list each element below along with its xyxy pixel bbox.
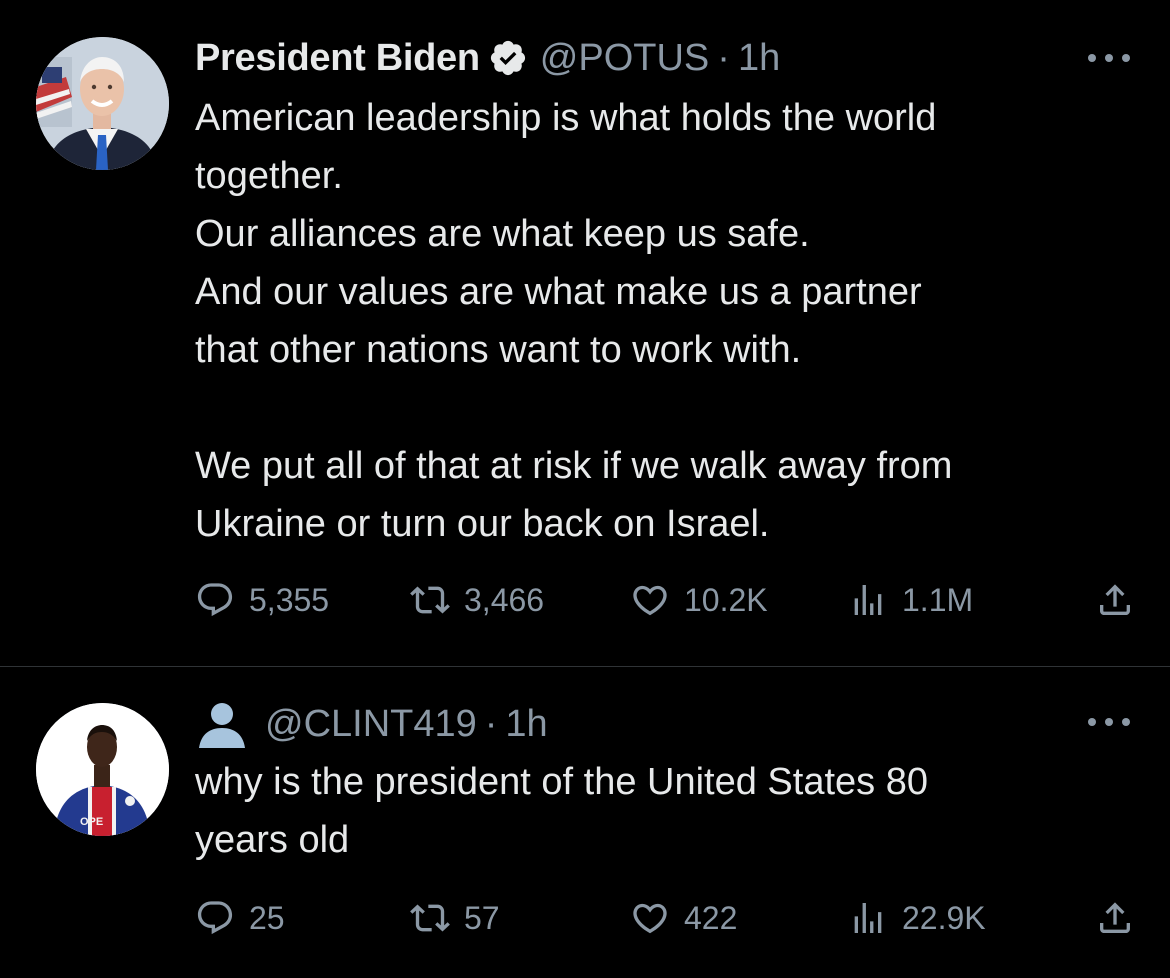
avatar-president-image: [36, 37, 169, 170]
like-button[interactable]: 422: [630, 896, 737, 940]
reply-icon: [197, 901, 233, 935]
more-icon[interactable]: [1088, 712, 1130, 732]
user-handle[interactable]: @CLINT419: [265, 703, 477, 746]
retweet-icon: [410, 904, 450, 932]
retweet-count: 57: [464, 899, 500, 936]
tweet-text: American leadership is what holds the wo…: [195, 97, 953, 545]
action-bar: 25 57 422 22.9K: [195, 896, 1135, 940]
heart-icon: [633, 903, 667, 934]
display-name[interactable]: President Biden: [195, 37, 480, 80]
reply-count: 5,355: [249, 581, 330, 618]
views-button[interactable]: 1.1M: [848, 578, 973, 622]
default-user-icon: [195, 700, 249, 748]
avatar[interactable]: [36, 37, 169, 170]
avatar[interactable]: OPE: [36, 703, 169, 836]
timestamp[interactable]: 1h: [505, 703, 547, 746]
separator-dot: ·: [717, 36, 730, 79]
tweet-divider: [0, 666, 1170, 667]
retweet-count: 3,466: [464, 581, 545, 618]
avatar-footballer-image: OPE: [36, 703, 169, 836]
share-button[interactable]: [1095, 896, 1135, 940]
tweet-header: @CLINT419 · 1h: [195, 700, 1130, 748]
user-handle[interactable]: @POTUS: [540, 37, 709, 80]
heart-icon: [633, 585, 667, 616]
tweet-text: why is the president of the United State…: [195, 761, 928, 861]
retweet-icon: [410, 586, 450, 614]
verified-badge-icon: [488, 38, 528, 78]
action-bar: 5,355 3,466 10.2K 1.1M: [195, 578, 1135, 622]
views-count: 22.9K: [902, 899, 986, 936]
share-icon: [1100, 584, 1130, 615]
like-button[interactable]: 10.2K: [630, 578, 768, 622]
tweet-potus[interactable]: President Biden @POTUS · 1h American lea…: [0, 0, 1170, 667]
separator-dot: ·: [484, 702, 498, 745]
more-icon[interactable]: [1088, 48, 1130, 68]
reply-icon: [197, 583, 233, 617]
retweet-button[interactable]: 3,466: [410, 578, 544, 622]
svg-text:OPE: OPE: [80, 816, 103, 828]
views-count: 1.1M: [902, 581, 974, 618]
tweet-reply-clint419[interactable]: OPE @CLINT419 · 1h why is the president …: [0, 668, 1170, 978]
reply-button[interactable]: 5,355: [195, 578, 329, 622]
tweet-header: President Biden @POTUS · 1h: [195, 34, 1130, 82]
like-count: 10.2K: [684, 581, 768, 618]
views-button[interactable]: 22.9K: [848, 896, 986, 940]
like-count: 422: [684, 899, 738, 936]
retweet-button[interactable]: 57: [410, 896, 500, 940]
share-button[interactable]: [1095, 578, 1135, 622]
reply-button[interactable]: 25: [195, 896, 285, 940]
reply-count: 25: [249, 899, 285, 936]
share-icon: [1100, 902, 1130, 933]
views-icon: [854, 903, 882, 933]
views-icon: [854, 585, 882, 615]
timestamp[interactable]: 1h: [738, 37, 780, 80]
